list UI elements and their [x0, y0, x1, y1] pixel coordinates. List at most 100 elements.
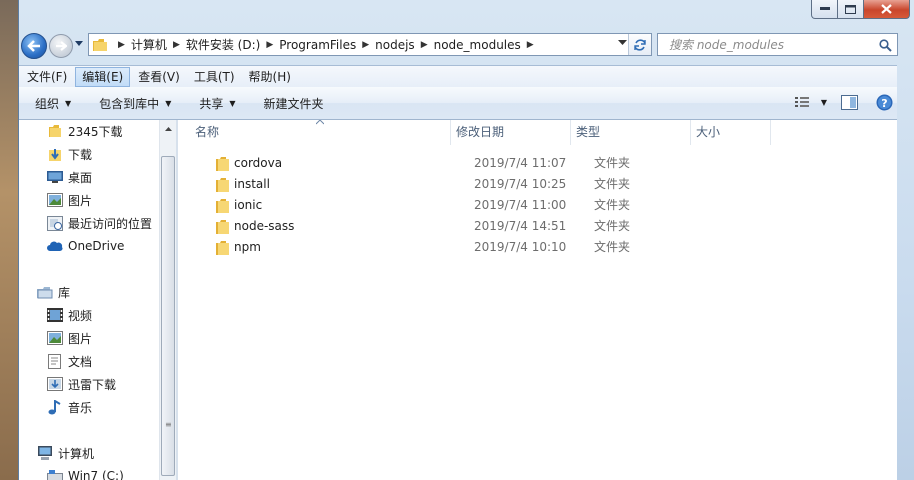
- sidebar-item-label: Win7 (C:): [68, 469, 124, 480]
- navigation-pane: 2345下载 下载 桌面 图片 最近访问的位置 OneDrive 库 视频 图片…: [19, 120, 159, 480]
- window-controls: [811, 0, 910, 19]
- sidebar-item-drive-c[interactable]: Win7 (C:): [47, 466, 124, 480]
- forward-button[interactable]: [49, 34, 73, 58]
- search-input[interactable]: [667, 34, 881, 56]
- menu-bar: 文件(F) 编辑(E) 查看(V) 工具(T) 帮助(H): [19, 65, 897, 88]
- minimize-button[interactable]: [811, 0, 838, 19]
- share-label: 共享: [199, 96, 224, 111]
- sidebar-item-downloads[interactable]: 下载: [47, 144, 92, 164]
- view-options-dropdown[interactable]: ▼: [821, 98, 827, 107]
- breadcrumb-separator[interactable]: ▶: [421, 40, 428, 50]
- sidebar-item-desktop[interactable]: 桌面: [47, 167, 92, 187]
- pictures-icon: [47, 192, 63, 208]
- sidebar-item-label: 音乐: [68, 400, 93, 415]
- breadcrumb-programfiles[interactable]: ProgramFiles: [279, 38, 356, 52]
- sidebar-item-label: 2345下载: [68, 124, 123, 139]
- file-modified: 2019/7/4 11:00: [474, 198, 567, 212]
- close-icon: [881, 4, 892, 14]
- folder-icon: [216, 199, 229, 213]
- arrow-left-icon: [27, 40, 40, 52]
- include-in-library-button[interactable]: 包含到库中 ▼: [99, 95, 171, 112]
- file-modified: 2019/7/4 10:25: [474, 177, 567, 191]
- column-header-label: 修改日期: [456, 125, 505, 139]
- breadcrumb-separator[interactable]: ▶: [266, 40, 273, 50]
- folder-icon: [216, 157, 229, 171]
- back-button[interactable]: [21, 33, 47, 59]
- file-row[interactable]: install 2019/7/4 10:25 文件夹: [178, 174, 897, 195]
- scroll-thumb[interactable]: ≡: [161, 156, 175, 476]
- sidebar-item-library-pictures[interactable]: 图片: [47, 328, 92, 348]
- breadcrumb-nodejs[interactable]: nodejs: [375, 38, 415, 52]
- breadcrumb-separator[interactable]: ▶: [527, 40, 534, 50]
- file-name: npm: [234, 240, 261, 254]
- organize-button[interactable]: 组织 ▼: [35, 95, 71, 112]
- file-type: 文件夹: [594, 156, 631, 170]
- menu-help[interactable]: 帮助(H): [243, 67, 297, 87]
- change-view-icon[interactable]: [794, 96, 811, 110]
- sidebar-item-thunder-downloads[interactable]: 迅雷下载: [47, 374, 116, 394]
- menu-edit[interactable]: 编辑(E): [75, 67, 131, 87]
- recent-pages-dropdown[interactable]: [75, 41, 83, 49]
- documents-icon: [47, 353, 63, 369]
- pictures-icon: [47, 330, 63, 346]
- onedrive-cloud-icon: [47, 238, 63, 254]
- sidebar-item-computer[interactable]: 计算机: [37, 443, 94, 463]
- breadcrumb-separator[interactable]: ▶: [362, 40, 369, 50]
- sidebar-item-libraries[interactable]: 库: [37, 282, 70, 302]
- svg-text:?: ?: [881, 97, 887, 110]
- new-folder-label: 新建文件夹: [263, 96, 324, 111]
- breadcrumb-node-modules[interactable]: node_modules: [434, 38, 521, 52]
- address-history-dropdown[interactable]: [618, 40, 627, 46]
- explorer-window: ▶ 计算机 ▶ 软件安装 (D:) ▶ ProgramFiles ▶ nodej…: [18, 0, 914, 480]
- maximize-button[interactable]: [838, 0, 864, 19]
- column-header-size[interactable]: 大小: [691, 120, 771, 145]
- navigation-pane-scrollbar[interactable]: ≡: [159, 120, 176, 480]
- drive-icon: [47, 468, 63, 480]
- scroll-up-button[interactable]: [160, 120, 176, 137]
- chevron-down-icon: ▼: [165, 98, 172, 108]
- download-folder-icon: [47, 146, 63, 162]
- file-name: install: [234, 177, 270, 191]
- file-row[interactable]: npm 2019/7/4 10:10 文件夹: [178, 237, 897, 258]
- column-header-type[interactable]: 类型: [571, 120, 691, 145]
- breadcrumb-computer[interactable]: 计算机: [131, 36, 167, 53]
- menu-file[interactable]: 文件(F): [21, 67, 73, 87]
- close-button[interactable]: [864, 0, 910, 19]
- organize-label: 组织: [35, 96, 60, 111]
- sidebar-item-recent-places[interactable]: 最近访问的位置: [47, 213, 152, 233]
- sidebar-item-pictures[interactable]: 图片: [47, 190, 92, 210]
- preview-pane-icon[interactable]: [841, 95, 858, 110]
- sidebar-item-label: 迅雷下载: [68, 377, 117, 392]
- chevron-down-icon: ▼: [229, 98, 236, 108]
- menu-view[interactable]: 查看(V): [132, 67, 186, 87]
- breadcrumb-separator[interactable]: ▶: [173, 40, 180, 50]
- column-header-name[interactable]: 名称: [178, 120, 451, 145]
- new-folder-button[interactable]: 新建文件夹: [264, 95, 324, 112]
- column-header-label: 类型: [576, 125, 601, 139]
- sidebar-item-label: 下载: [68, 147, 93, 162]
- sidebar-item-music[interactable]: 音乐: [47, 397, 92, 417]
- folder-icon: [216, 220, 229, 234]
- breadcrumb-drive[interactable]: 软件安装 (D:): [186, 36, 260, 53]
- column-header-label: 大小: [696, 125, 721, 139]
- file-type: 文件夹: [594, 219, 631, 233]
- file-name: node-sass: [234, 219, 295, 233]
- file-row[interactable]: node-sass 2019/7/4 14:51 文件夹: [178, 216, 897, 237]
- sidebar-item-videos[interactable]: 视频: [47, 305, 92, 325]
- scroll-grip-icon: ≡: [165, 420, 172, 429]
- search-icon[interactable]: [879, 39, 892, 52]
- sidebar-item-2345-downloads[interactable]: 2345下载: [47, 121, 123, 141]
- refresh-button[interactable]: [628, 34, 651, 55]
- help-icon[interactable]: ?: [876, 94, 893, 111]
- share-button[interactable]: 共享 ▼: [199, 95, 235, 112]
- file-row[interactable]: ionic 2019/7/4 11:00 文件夹: [178, 195, 897, 216]
- sidebar-item-onedrive[interactable]: OneDrive: [47, 236, 124, 256]
- search-box[interactable]: [657, 33, 898, 56]
- breadcrumb-separator[interactable]: ▶: [118, 40, 125, 50]
- file-row[interactable]: cordova 2019/7/4 11:07 文件夹: [178, 153, 897, 174]
- desktop-background: [0, 0, 18, 480]
- column-header-modified[interactable]: 修改日期: [451, 120, 571, 145]
- address-bar[interactable]: ▶ 计算机 ▶ 软件安装 (D:) ▶ ProgramFiles ▶ nodej…: [88, 33, 652, 56]
- menu-tools[interactable]: 工具(T): [188, 67, 241, 87]
- sidebar-item-documents[interactable]: 文档: [47, 351, 92, 371]
